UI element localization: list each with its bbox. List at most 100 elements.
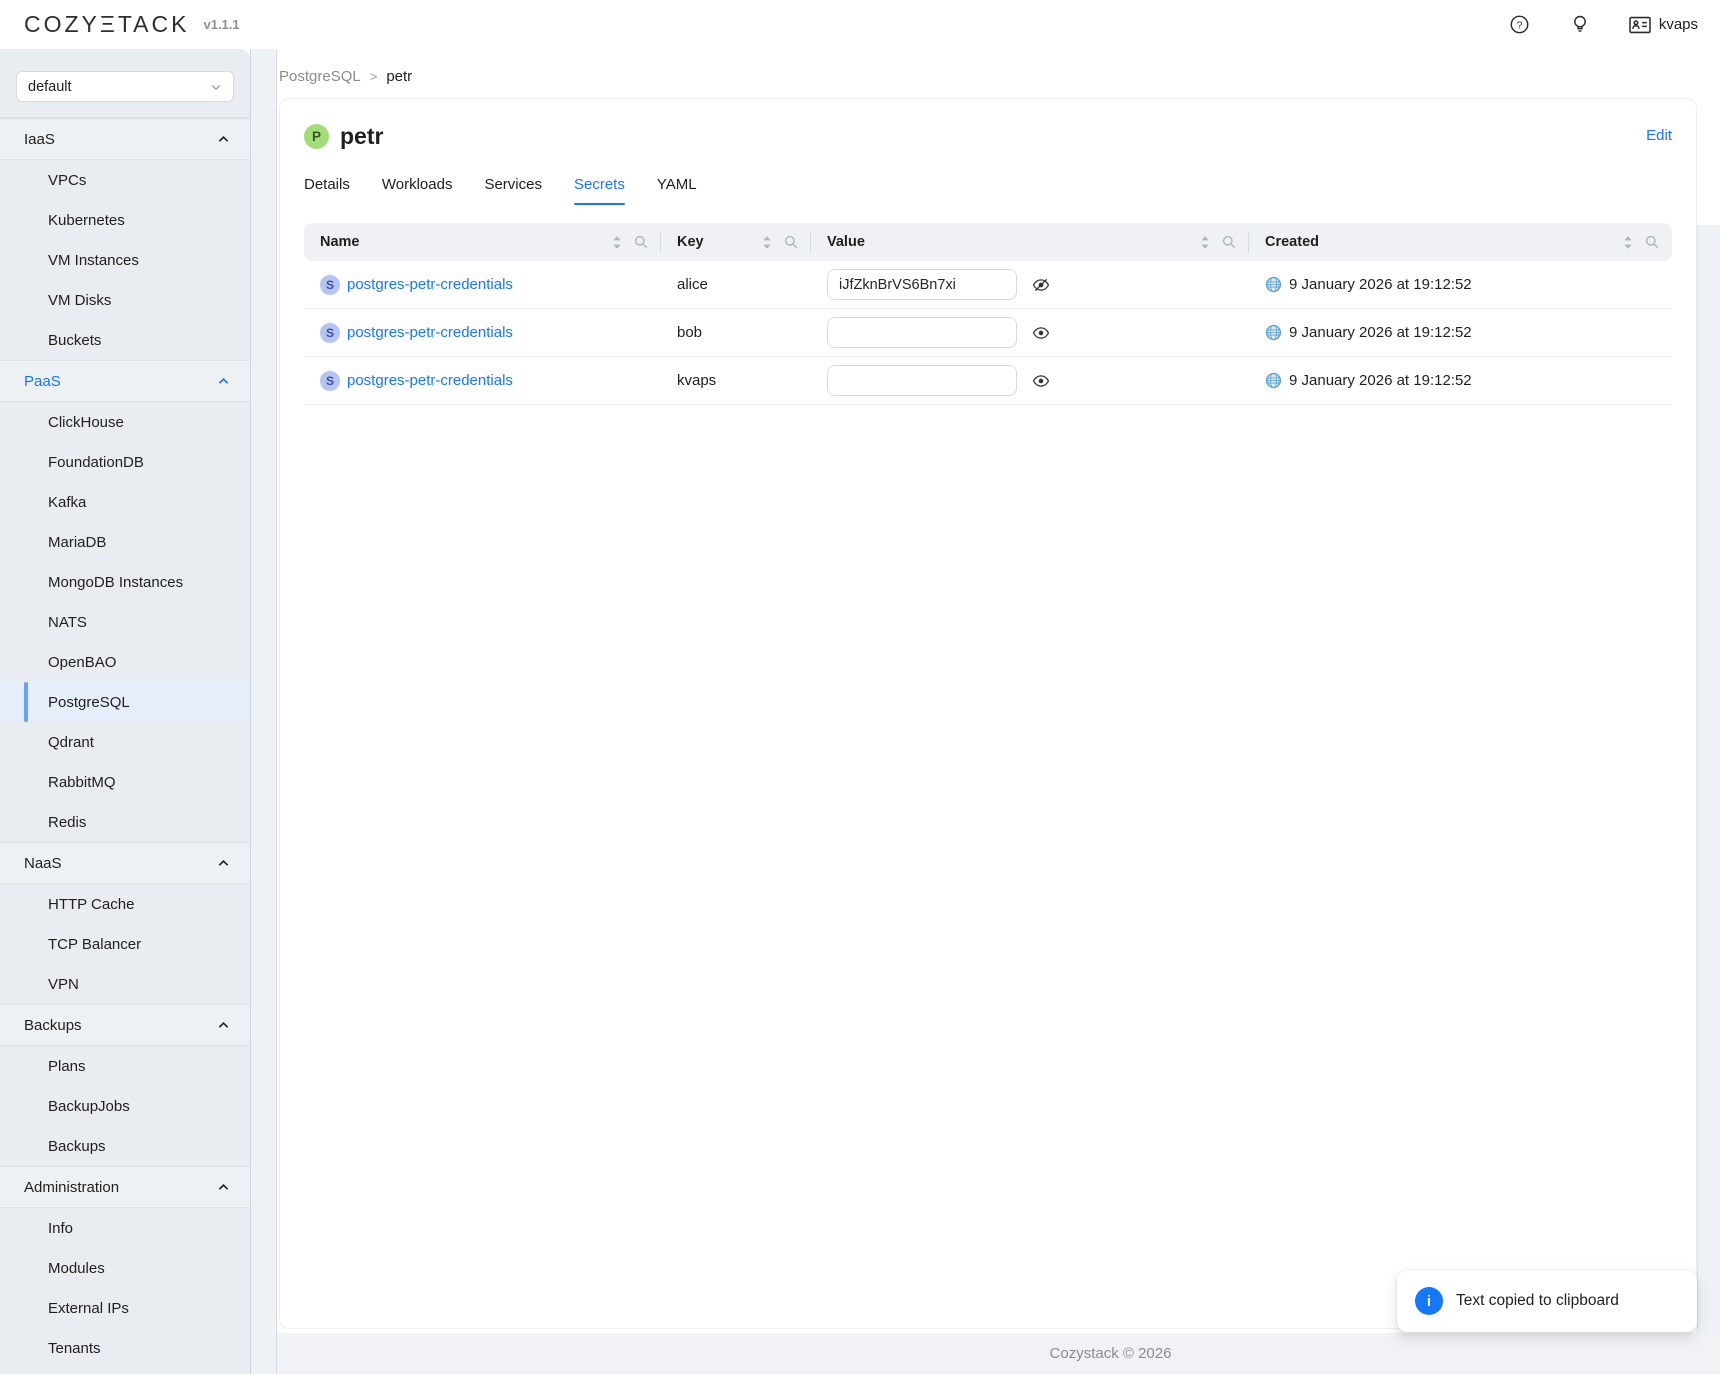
toast-notification: i Text copied to clipboard: [1397, 1270, 1697, 1332]
secret-name-link[interactable]: postgres-petr-credentials: [347, 372, 513, 389]
key-value: alice: [677, 276, 708, 293]
search-icon[interactable]: [1222, 235, 1236, 249]
sidebar-item[interactable]: Backups: [0, 1126, 250, 1166]
sort-icon[interactable]: [1200, 235, 1210, 250]
sidebar-item[interactable]: Info: [0, 1208, 250, 1248]
breadcrumb-parent-link[interactable]: PostgreSQL: [279, 68, 361, 85]
sidebar-item[interactable]: Modules: [0, 1248, 250, 1288]
sidebar-item[interactable]: Kubernetes: [0, 200, 250, 240]
sidebar-section: IaaS VPCs Kubernetes VM Instances: [0, 118, 250, 360]
sidebar-item[interactable]: Tenants: [0, 1328, 250, 1368]
secret-value-input[interactable]: [827, 317, 1017, 348]
sidebar-item-label: NATS: [48, 614, 87, 631]
sidebar-item[interactable]: Qdrant: [0, 722, 250, 762]
sidebar-item[interactable]: Redis: [0, 802, 250, 842]
tabs-bar: Details Workloads Services Secrets YAML: [304, 176, 1672, 205]
sidebar-item[interactable]: MongoDB Instances: [0, 562, 250, 602]
sidebar-item[interactable]: OpenBAO: [0, 642, 250, 682]
sidebar-item[interactable]: FoundationDB: [0, 442, 250, 482]
sidebar-item[interactable]: VM Disks: [0, 280, 250, 320]
app-logo: COZYΞTACK: [24, 11, 189, 38]
secret-value-input[interactable]: [827, 365, 1017, 396]
sidebar-section-label: Backups: [24, 1017, 82, 1034]
created-cell: 9 January 2026 at 19:12:52: [1249, 276, 1672, 293]
tenant-select[interactable]: default: [16, 71, 234, 102]
sidebar-item[interactable]: NATS: [0, 602, 250, 642]
sidebar-item-label: External IPs: [48, 1300, 129, 1317]
breadcrumb: PostgreSQL > petr: [279, 68, 1697, 85]
sidebar-item-label: VPN: [48, 976, 79, 993]
chevron-up-icon: [217, 857, 230, 870]
edit-button[interactable]: Edit: [1646, 127, 1672, 144]
svg-text:?: ?: [1517, 19, 1523, 31]
created-cell: 9 January 2026 at 19:12:52: [1249, 324, 1672, 341]
sidebar-section-items: VPCs Kubernetes VM Instances VM Disks: [0, 160, 250, 360]
tab[interactable]: Secrets: [574, 176, 625, 205]
show-value-button[interactable]: [1032, 373, 1050, 389]
sidebar-item-label: VM Instances: [48, 252, 139, 269]
search-icon[interactable]: [634, 235, 648, 249]
sidebar-item-label: TCP Balancer: [48, 936, 141, 953]
sidebar-item[interactable]: TCP Balancer: [0, 924, 250, 964]
sidebar-item[interactable]: VM Instances: [0, 240, 250, 280]
sidebar-item-label: MongoDB Instances: [48, 574, 183, 591]
tab[interactable]: Details: [304, 176, 350, 205]
sidebar-item-label: Info: [48, 1220, 73, 1237]
sidebar-section-header[interactable]: NaaS: [0, 842, 250, 884]
sidebar-item[interactable]: Buckets: [0, 320, 250, 360]
tab[interactable]: Services: [484, 176, 542, 205]
sidebar-item[interactable]: VPN: [0, 964, 250, 1004]
secret-value-input[interactable]: [827, 269, 1017, 300]
sidebar-item[interactable]: BackupJobs: [0, 1086, 250, 1126]
globe-icon: [1265, 276, 1282, 293]
sidebar-item[interactable]: MariaDB: [0, 522, 250, 562]
sidebar-section-header[interactable]: Backups: [0, 1004, 250, 1046]
secret-name-link[interactable]: postgres-petr-credentials: [347, 324, 513, 341]
main-scrollbar-track[interactable]: [1697, 225, 1720, 1374]
tab[interactable]: Workloads: [382, 176, 453, 205]
sidebar-item-label: Backups: [48, 1138, 106, 1155]
sidebar-section-items: Info Modules External IPs Tenants: [0, 1208, 250, 1368]
column-tools: [1200, 235, 1236, 250]
created-cell: 9 January 2026 at 19:12:52: [1249, 372, 1672, 389]
tab[interactable]: YAML: [657, 176, 697, 205]
table-row: S postgres-petr-credentials kvaps: [304, 357, 1672, 405]
sidebar-item-label: Buckets: [48, 332, 101, 349]
tenant-select-row: default: [0, 49, 250, 118]
secret-badge-icon: S: [320, 323, 340, 343]
sidebar-item[interactable]: External IPs: [0, 1288, 250, 1328]
tab-label: Workloads: [382, 176, 453, 193]
page-footer: Cozystack © 2026: [277, 1333, 1720, 1374]
hide-value-button[interactable]: [1032, 277, 1050, 293]
sort-icon[interactable]: [1623, 235, 1633, 250]
help-icon[interactable]: ?: [1509, 14, 1531, 36]
user-menu[interactable]: kvaps: [1629, 14, 1698, 36]
key-cell: bob: [661, 324, 811, 341]
sidebar-item[interactable]: Plans: [0, 1046, 250, 1086]
key-cell: alice: [661, 276, 811, 293]
sidebar-section-header[interactable]: PaaS: [0, 360, 250, 402]
sidebar-section-label: PaaS: [24, 373, 61, 390]
show-value-button[interactable]: [1032, 325, 1050, 341]
search-icon[interactable]: [784, 235, 798, 249]
sidebar-section-header[interactable]: IaaS: [0, 118, 250, 160]
column-tools: [1623, 235, 1659, 250]
sidebar-scrollbar-track[interactable]: [250, 49, 277, 1374]
sort-icon[interactable]: [762, 235, 772, 250]
key-cell: kvaps: [661, 372, 811, 389]
id-badge-icon: [1629, 14, 1651, 36]
sidebar-item-label: Tenants: [48, 1340, 101, 1357]
lightbulb-icon[interactable]: [1569, 14, 1591, 36]
sidebar-item[interactable]: RabbitMQ: [0, 762, 250, 802]
table-row: S postgres-petr-credentials alice: [304, 261, 1672, 309]
sidebar-item[interactable]: Kafka: [0, 482, 250, 522]
sidebar-section-header[interactable]: Administration: [0, 1166, 250, 1208]
sidebar-item[interactable]: ClickHouse: [0, 402, 250, 442]
search-icon[interactable]: [1645, 235, 1659, 249]
sidebar-item[interactable]: PostgreSQL: [0, 682, 250, 722]
app-version: v1.1.1: [203, 17, 239, 32]
sort-icon[interactable]: [612, 235, 622, 250]
sidebar-item[interactable]: HTTP Cache: [0, 884, 250, 924]
sidebar-item[interactable]: VPCs: [0, 160, 250, 200]
secret-name-link[interactable]: postgres-petr-credentials: [347, 276, 513, 293]
